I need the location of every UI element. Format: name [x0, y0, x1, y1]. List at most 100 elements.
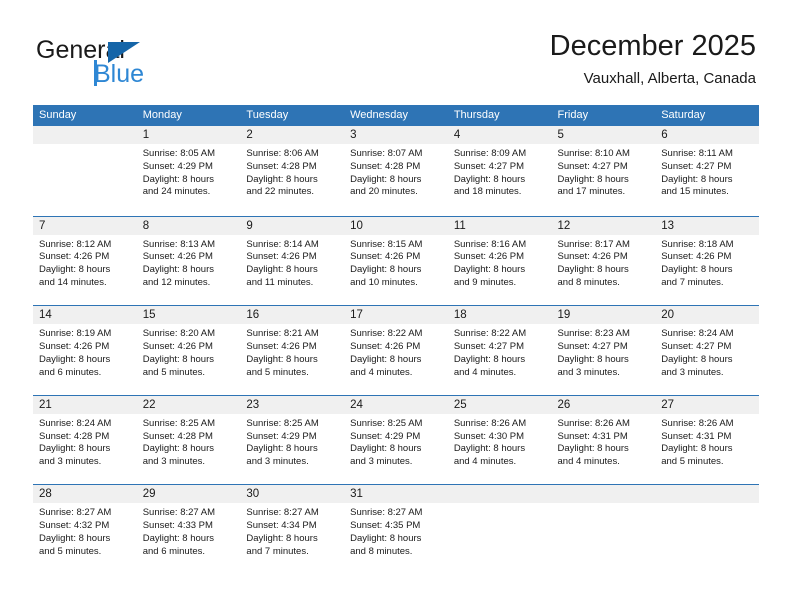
day-daylight-text: Daylight: 8 hours	[142, 443, 214, 455]
calendar-weeks: 1 Sunrise: 8:05 AM Sunset: 4:29 PM Daylight…	[33, 126, 759, 574]
calendar-day-cell[interactable]: 6 Sunrise: 8:11 AM Sunset: 4:27 PM Daylight…	[655, 126, 759, 216]
day-number: 26	[551, 395, 656, 414]
calendar-day-cell[interactable]: 12 Sunrise: 8:17 AM Sunset: 4:26 PM Dayligh…	[551, 216, 656, 306]
day-details: Sunrise: 8:27 AM Sunset: 4:35 PM Daylight:…	[344, 503, 448, 558]
day-sunrise-text: Sunrise: 8:20 AM	[142, 328, 216, 340]
day-details: Sunrise: 8:19 AM Sunset: 4:26 PM Daylight:…	[33, 324, 137, 379]
calendar-day-cell[interactable]: 27 Sunrise: 8:26 AM Sunset: 4:31 PM Dayligh…	[655, 395, 759, 485]
calendar-week-row: 1 Sunrise: 8:05 AM Sunset: 4:29 PM Daylight…	[33, 126, 759, 216]
day-details: Sunrise: 8:07 AM Sunset: 4:28 PM Daylight:…	[344, 144, 448, 199]
calendar-day-cell[interactable]: 23 Sunrise: 8:25 AM Sunset: 4:29 PM Dayligh…	[240, 395, 345, 485]
calendar-grid: Sunday Monday Tuesday Wednesday Thursday Frid…	[33, 105, 759, 574]
day-sunset-text: Sunset: 4:32 PM	[39, 520, 110, 532]
day-daylight-text: Daylight: 8 hours	[453, 264, 526, 276]
day-sunrise-text: Sunrise: 8:27 AM	[246, 507, 319, 519]
calendar-day-cell[interactable]: 25 Sunrise: 8:26 AM Sunset: 4:30 PM Dayligh…	[447, 395, 552, 485]
day-daylight-text: and 15 minutes.	[661, 186, 729, 198]
day-sunset-text: Sunset: 4:27 PM	[557, 160, 628, 172]
day-sunset-text: Sunset: 4:29 PM	[246, 430, 317, 442]
calendar-day-cell[interactable]: 17 Sunrise: 8:22 AM Sunset: 4:26 PM Dayligh…	[344, 306, 448, 395]
day-sunset-text: Sunset: 4:26 PM	[350, 340, 421, 352]
calendar-day-cell[interactable]: 26 Sunrise: 8:26 AM Sunset: 4:31 PM Dayligh…	[551, 395, 656, 485]
day-sunrise-text: Sunrise: 8:11 AM	[661, 148, 733, 159]
day-sunrise-text: Sunrise: 8:14 AM	[246, 238, 319, 250]
calendar-day-cell[interactable]: 10 Sunrise: 8:15 AM Sunset: 4:26 PM Dayligh…	[344, 216, 448, 306]
day-daylight-text: and 8 minutes.	[557, 276, 620, 288]
day-sunrise-text: Sunrise: 8:22 AM	[453, 328, 527, 340]
day-daylight-text: and 6 minutes.	[39, 366, 102, 378]
day-daylight-text: and 9 minutes.	[453, 276, 517, 288]
day-sunrise-text: Sunrise: 8:05 AM	[142, 148, 216, 159]
day-sunset-text: Sunset: 4:26 PM	[453, 251, 525, 263]
calendar-day-cell[interactable]: 21 Sunrise: 8:24 AM Sunset: 4:28 PM Dayligh…	[33, 395, 137, 485]
day-number: 31	[344, 485, 448, 504]
day-sunrise-text: Sunrise: 8:26 AM	[557, 417, 630, 429]
calendar-day-cell[interactable]: 14 Sunrise: 8:19 AM Sunset: 4:26 PM Dayligh…	[33, 306, 137, 395]
day-daylight-text: and 5 minutes.	[142, 366, 206, 378]
day-number: 23	[240, 395, 345, 414]
calendar-day-cell[interactable]: 30 Sunrise: 8:27 AM Sunset: 4:34 PM Dayligh…	[240, 485, 345, 574]
calendar-day-cell-empty	[33, 126, 137, 216]
day-details: Sunrise: 8:24 AM Sunset: 4:28 PM Daylight:…	[33, 414, 137, 469]
day-daylight-text: and 4 minutes.	[453, 366, 517, 378]
day-details: Sunrise: 8:21 AM Sunset: 4:26 PM Daylight:…	[240, 324, 344, 379]
calendar-day-cell[interactable]: 20 Sunrise: 8:24 AM Sunset: 4:27 PM Dayligh…	[655, 306, 759, 395]
calendar-day-cell[interactable]: 31 Sunrise: 8:27 AM Sunset: 4:35 PM Dayligh…	[344, 485, 448, 574]
day-sunrise-text: Sunrise: 8:13 AM	[142, 238, 216, 250]
day-sunrise-text: Sunrise: 8:06 AM	[246, 148, 319, 159]
calendar-day-cell[interactable]: 2 Sunrise: 8:06 AM Sunset: 4:28 PM Daylight…	[240, 126, 345, 216]
day-daylight-text: and 3 minutes.	[557, 366, 620, 378]
calendar-day-cell[interactable]: 11 Sunrise: 8:16 AM Sunset: 4:26 PM Dayligh…	[447, 216, 552, 306]
day-number: 17	[344, 306, 448, 325]
calendar-day-cell[interactable]: 4 Sunrise: 8:09 AM Sunset: 4:27 PM Daylight…	[447, 126, 552, 216]
day-sunrise-text: Sunrise: 8:09 AM	[453, 148, 527, 159]
calendar-day-cell[interactable]: 29 Sunrise: 8:27 AM Sunset: 4:33 PM Dayligh…	[136, 485, 241, 574]
calendar-day-cell[interactable]: 8 Sunrise: 8:13 AM Sunset: 4:26 PM Daylight…	[136, 216, 241, 306]
calendar-day-cell[interactable]: 1 Sunrise: 8:05 AM Sunset: 4:29 PM Daylight…	[136, 126, 241, 216]
calendar-day-cell[interactable]: 28 Sunrise: 8:27 AM Sunset: 4:32 PM Dayligh…	[33, 485, 137, 574]
day-daylight-text: and 24 minutes.	[142, 186, 211, 198]
day-number: 12	[551, 216, 656, 235]
day-number: 18	[447, 306, 552, 325]
day-number: 7	[33, 216, 137, 235]
calendar-day-cell[interactable]: 9 Sunrise: 8:14 AM Sunset: 4:26 PM Daylight…	[240, 216, 345, 306]
day-details: Sunrise: 8:27 AM Sunset: 4:32 PM Daylight:…	[33, 503, 137, 558]
day-daylight-text: and 7 minutes.	[661, 276, 724, 288]
day-sunrise-text: Sunrise: 8:26 AM	[453, 417, 527, 429]
day-daylight-text: and 6 minutes.	[142, 545, 206, 557]
day-daylight-text: and 18 minutes.	[453, 186, 522, 198]
day-sunrise-text: Sunrise: 8:27 AM	[39, 507, 112, 519]
day-daylight-text: Daylight: 8 hours	[142, 353, 214, 365]
day-details: Sunrise: 8:23 AM Sunset: 4:27 PM Daylight:…	[552, 324, 656, 379]
calendar-day-cell[interactable]: 16 Sunrise: 8:21 AM Sunset: 4:26 PM Dayligh…	[240, 306, 345, 395]
calendar-day-cell[interactable]: 7 Sunrise: 8:12 AM Sunset: 4:26 PM Daylight…	[33, 216, 137, 306]
logo-text-blue: Blue	[94, 60, 145, 88]
day-sunrise-text: Sunrise: 8:26 AM	[661, 417, 734, 429]
day-details: Sunrise: 8:12 AM Sunset: 4:26 PM Daylight:…	[33, 235, 137, 290]
calendar-day-cell[interactable]: 5 Sunrise: 8:10 AM Sunset: 4:27 PM Daylight…	[551, 126, 656, 216]
day-details: Sunrise: 8:17 AM Sunset: 4:26 PM Daylight:…	[552, 235, 656, 290]
calendar-day-cell[interactable]: 15 Sunrise: 8:20 AM Sunset: 4:26 PM Dayligh…	[136, 306, 241, 395]
weekday-header-sunday: Sunday	[39, 109, 77, 121]
day-number	[655, 485, 759, 504]
weekday-header-row: Sunday Monday Tuesday Wednesday Thursday Frid…	[33, 105, 759, 126]
calendar-day-cell[interactable]: 13 Sunrise: 8:18 AM Sunset: 4:26 PM Dayligh…	[655, 216, 759, 306]
day-details: Sunrise: 8:25 AM Sunset: 4:28 PM Daylight:…	[137, 414, 241, 469]
calendar-day-cell[interactable]: 22 Sunrise: 8:25 AM Sunset: 4:28 PM Dayligh…	[136, 395, 241, 485]
calendar-day-cell[interactable]: 24 Sunrise: 8:25 AM Sunset: 4:29 PM Dayligh…	[344, 395, 448, 485]
page-header: General Blue December 2025 Vauxhall, Alb…	[0, 0, 792, 103]
day-details: Sunrise: 8:09 AM Sunset: 4:27 PM Daylight:…	[448, 144, 552, 199]
day-daylight-text: Daylight: 8 hours	[661, 264, 733, 276]
day-daylight-text: Daylight: 8 hours	[246, 264, 318, 276]
day-sunset-text: Sunset: 4:26 PM	[661, 251, 732, 263]
day-daylight-text: and 3 minutes.	[246, 456, 309, 468]
general-blue-logo[interactable]: General Blue	[36, 36, 216, 88]
day-sunset-text: Sunset: 4:31 PM	[557, 430, 628, 442]
day-sunrise-text: Sunrise: 8:19 AM	[39, 328, 112, 340]
day-daylight-text: and 7 minutes.	[246, 545, 309, 557]
calendar-day-cell[interactable]: 19 Sunrise: 8:23 AM Sunset: 4:27 PM Dayligh…	[551, 306, 656, 395]
calendar-day-cell[interactable]: 18 Sunrise: 8:22 AM Sunset: 4:27 PM Dayligh…	[447, 306, 552, 395]
day-number: 3	[344, 126, 448, 144]
calendar-day-cell[interactable]: 3 Sunrise: 8:07 AM Sunset: 4:28 PM Daylight…	[344, 126, 448, 216]
day-sunset-text: Sunset: 4:27 PM	[661, 160, 732, 172]
